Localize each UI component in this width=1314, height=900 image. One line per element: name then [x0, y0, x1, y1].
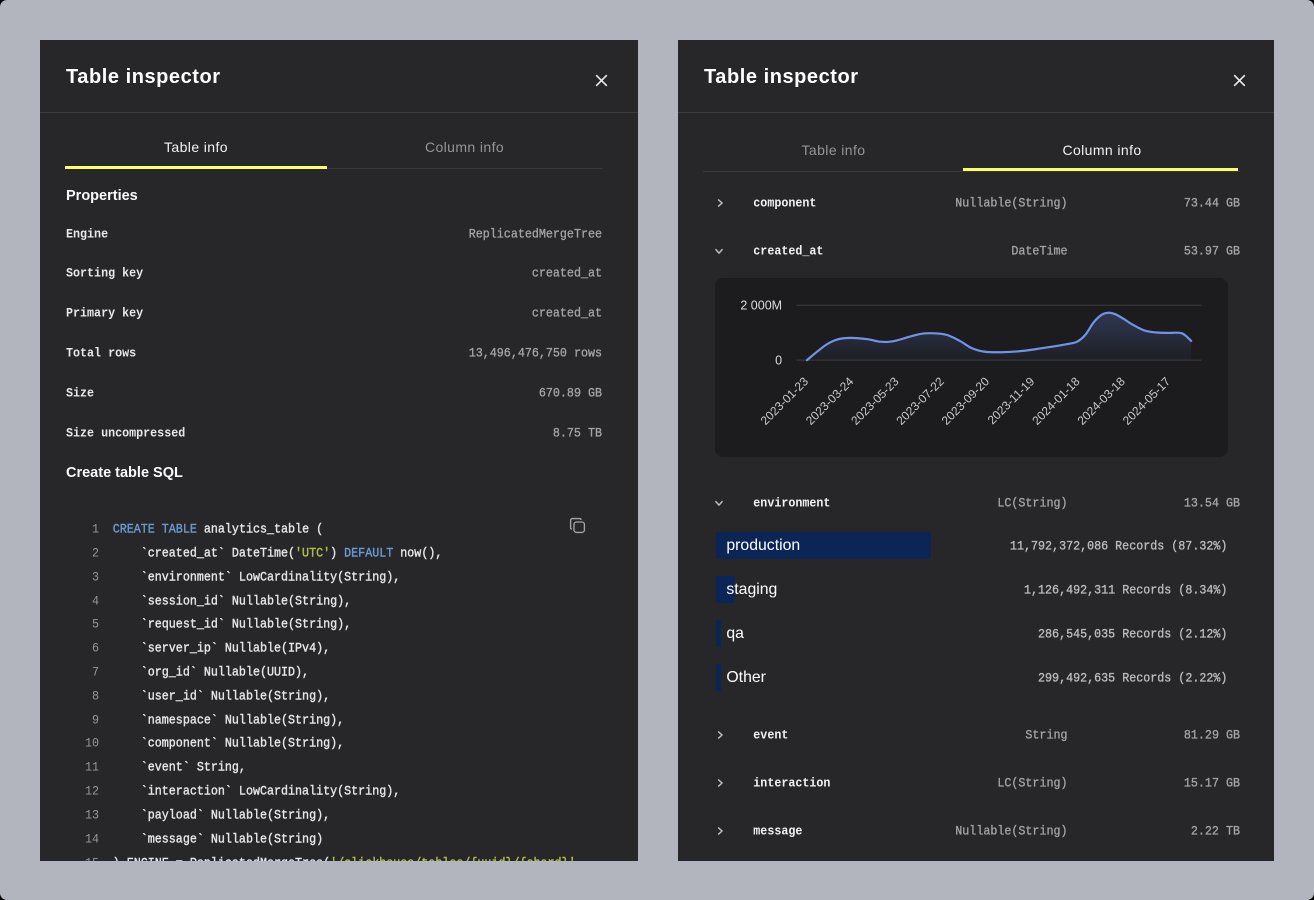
svg-text:2023-01-23: 2023-01-23	[758, 375, 812, 429]
svg-text:2024-03-18: 2024-03-18	[1075, 375, 1129, 429]
svg-text:2023-07-22: 2023-07-22	[894, 375, 948, 429]
svg-text:2023-05-23: 2023-05-23	[848, 375, 902, 429]
svg-text:2024-01-18: 2024-01-18	[1029, 375, 1083, 429]
svg-text:2 000M: 2 000M	[740, 299, 782, 313]
svg-text:2023-09-20: 2023-09-20	[939, 375, 993, 429]
svg-text:2024-05-17: 2024-05-17	[1120, 375, 1174, 429]
svg-text:2023-03-24: 2023-03-24	[803, 375, 857, 429]
svg-text:0: 0	[775, 354, 782, 368]
